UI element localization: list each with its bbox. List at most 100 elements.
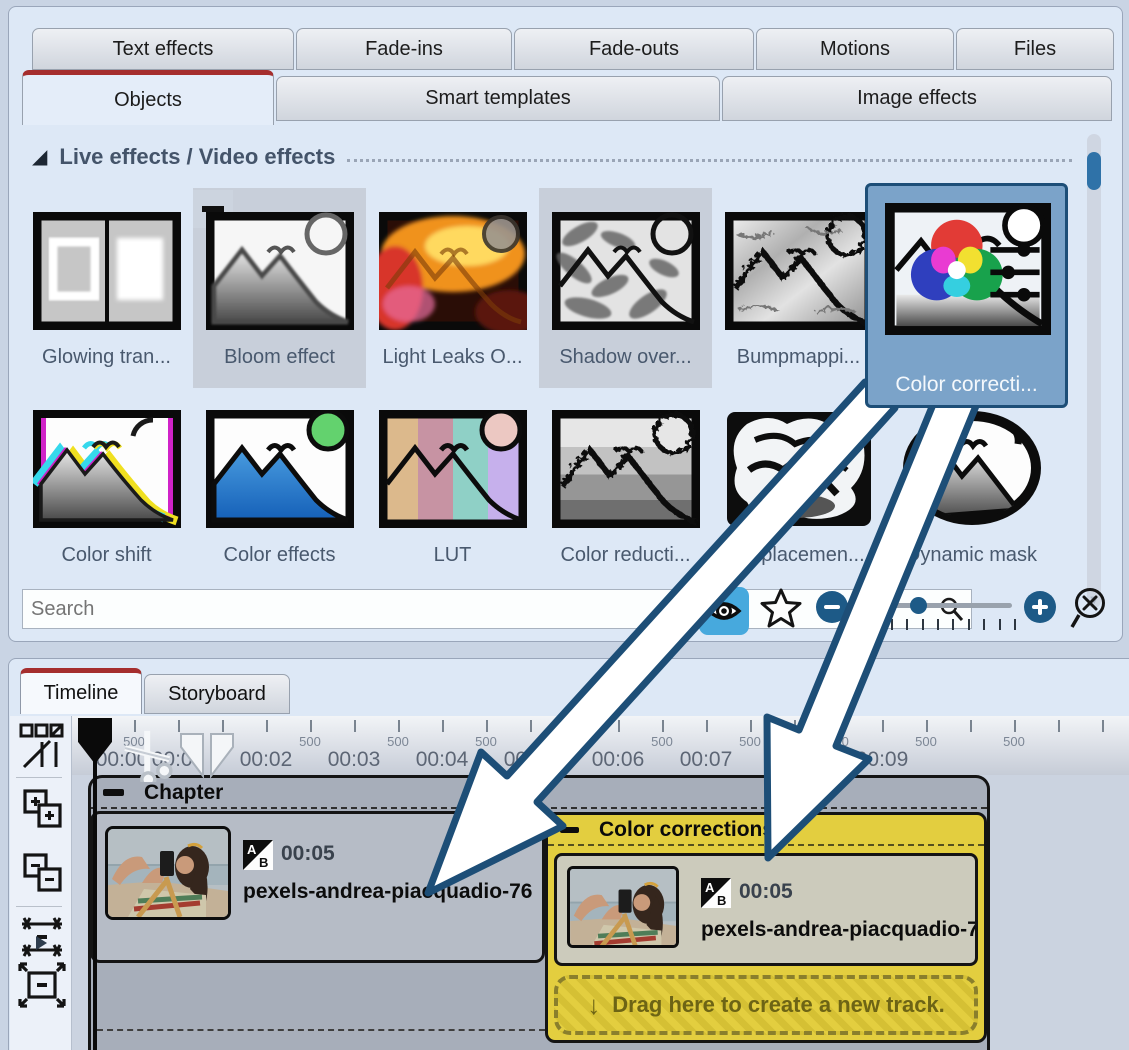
tile-light-leaks[interactable]: Light Leaks O... [366,212,539,369]
tab-motions[interactable]: Motions [756,28,954,70]
ruler-tick [1102,720,1104,732]
thumbnail-size-increase-button[interactable] [1024,591,1056,623]
preview-toggle-button[interactable] [699,587,749,635]
ruler-tick [530,720,532,732]
effects-scrollbar-thumb[interactable] [1087,152,1101,190]
color-shift-thumbnail [20,410,193,528]
eye-icon [699,587,749,635]
submenu-arrow-icon[interactable] [36,936,47,950]
ruler-half-second-label: 500 [299,734,321,749]
collapse-corrections-icon[interactable] [560,827,579,833]
tile-glowing-transition[interactable]: Glowing tran... [20,212,193,369]
ruler-tick [574,720,576,732]
ruler-second-label: 00:05 [504,748,557,772]
section-header-live-effects[interactable]: ◢ Live effects / Video effects [32,144,1072,170]
corrected-object-filename: pexels-andrea-piacquadio-76 [701,918,978,942]
bloom-effect-thumbnail [193,212,366,330]
object-filename: pexels-andrea-piacquadio-76 [243,880,532,904]
bumpmapping-thumbnail [712,212,885,330]
ruler-tick [794,720,796,732]
favorites-star-icon[interactable] [758,586,804,632]
video-object-thumbnail [105,826,231,920]
slider-tick [937,619,939,630]
slider-tick [1014,619,1016,630]
mouse-mode-button[interactable] [18,722,66,770]
tile-displacement[interactable]: Displacemen... [712,410,885,567]
tile-lut[interactable]: LUT [366,410,539,567]
slider-tick [983,619,985,630]
ruler-second-label: 00:02 [240,748,293,772]
tile-color-reduction[interactable]: Color reducti... [539,410,712,567]
ruler-half-second-label: 500 [651,734,673,749]
chapter-header: Chapter [91,778,987,809]
tab-text-effects[interactable]: Text effects [32,28,294,70]
ruler-tick [662,720,664,732]
collapse-chapter-icon[interactable] [103,789,124,796]
slider-tick [875,619,877,630]
ruler-tick [970,720,972,732]
down-arrow-icon: ↓ [587,990,600,1021]
video-object[interactable]: 00:05 pexels-andrea-piacquadio-76 [90,811,545,963]
chapter-title: Chapter [144,781,223,805]
tab-storyboard[interactable]: Storyboard [144,674,290,714]
ruler-second-label: 00:08 [768,748,821,772]
ruler-tick [398,720,400,732]
ruler-tick [706,720,708,732]
displacement-thumbnail [712,410,885,528]
tab-smart-templates[interactable]: Smart templates [276,76,720,121]
playhead-line[interactable] [93,752,97,1050]
split-marker-icon [178,732,236,778]
dropzone-hint: Drag here to create a new track. [612,992,945,1018]
ruler-tick [266,720,268,732]
lut-thumbnail [366,410,539,528]
ruler-half-second-label: 500 [827,734,849,749]
thumbnail-size-slider-thumb[interactable] [910,597,927,614]
color-corrections-title: Color corrections [599,818,774,842]
light-leaks-thumbnail [366,212,539,330]
ruler-half-second-label: 500 [475,734,497,749]
object-duration: 00:05 [281,842,335,866]
new-track-dropzone[interactable]: ↓ Drag here to create a new track. [554,975,978,1035]
tab-image-effects[interactable]: Image effects [722,76,1112,121]
tile-shadow-overlay[interactable]: Shadow over... [539,212,712,369]
ruler-second-label: 00:03 [328,748,381,772]
tab-objects[interactable]: Objects [22,70,274,125]
slider-tick [906,619,908,630]
tile-color-correction-selected[interactable]: Color correcti... [865,183,1068,408]
tile-dynamic-mask[interactable]: Dynamic mask [885,410,1058,567]
tab-timeline[interactable]: Timeline [20,668,142,714]
slider-tick [922,619,924,630]
zoom-in-tracks-button[interactable] [22,788,64,830]
effects-scrollbar[interactable] [1087,134,1101,608]
ruler-tick [618,720,620,732]
tab-fade-ins[interactable]: Fade-ins [296,28,512,70]
tile-bumpmapping[interactable]: Bumpmappi... [712,212,885,369]
tile-color-effects[interactable]: Color effects [193,410,366,567]
zoom-out-tracks-button[interactable] [22,852,64,894]
fit-to-screen-button[interactable] [18,962,66,1008]
ruler-tick [354,720,356,732]
color-effects-thumbnail [193,410,366,528]
ruler-half-second-label: 500 [387,734,409,749]
tab-files[interactable]: Files [956,28,1114,70]
ruler-half-second-label: 500 [1003,734,1025,749]
tile-color-shift[interactable]: Color shift [20,410,193,567]
zoom-reset-icon[interactable] [1068,585,1114,631]
color-corrections-header: Color corrections [548,815,984,846]
tile-bloom-effect[interactable]: Bloom effect [193,212,366,369]
corrected-object-thumbnail [567,866,679,948]
ruler-tick [1014,720,1016,732]
thumbnail-size-slider[interactable] [854,603,1012,608]
scissors-cursor-icon [120,726,180,782]
ruler-tick [1058,720,1060,732]
fade-ab-icon [701,878,731,908]
ruler-second-label: 00:09 [856,748,909,772]
thumbnail-size-decrease-button[interactable] [816,591,848,623]
slider-tick [952,619,954,630]
tab-fade-outs[interactable]: Fade-outs [514,28,754,70]
corrected-video-object[interactable]: 00:05 pexels-andrea-piacquadio-76 [554,853,978,966]
color-corrections-container[interactable]: Color corrections 00:05 pexels-andrea-pi… [545,812,987,1043]
color-reduction-thumbnail [539,410,712,528]
color-correction-label: Color correcti... [868,373,1065,397]
ruler-half-second-label: 500 [915,734,937,749]
